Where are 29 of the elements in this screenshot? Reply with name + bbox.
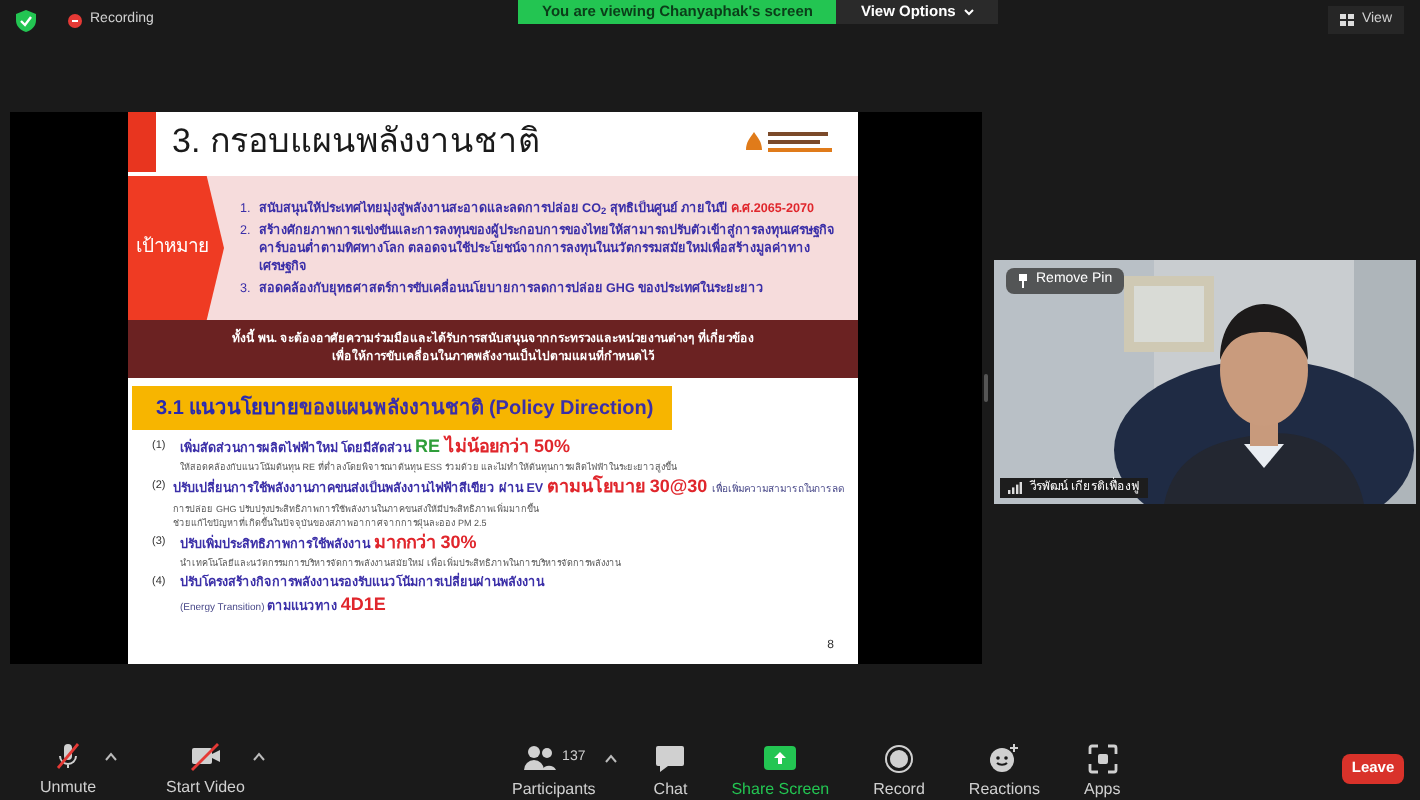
toolbar-button[interactable]: Record xyxy=(865,742,933,798)
smiley-icon xyxy=(988,742,1021,774)
record-icon xyxy=(884,743,915,773)
toolbar-button[interactable]: Unmute xyxy=(32,740,105,796)
slide-title: 3. กรอบแผนพลังงานชาติ xyxy=(172,120,540,165)
share-screen-icon xyxy=(764,744,797,772)
signal-icon xyxy=(1008,482,1022,494)
grid-icon xyxy=(1339,14,1354,26)
recording-icon xyxy=(68,13,82,27)
goal-label: เป้าหมาย xyxy=(136,233,210,262)
ministry-logo-icon xyxy=(746,128,834,156)
toolbar-button[interactable]: Share Screen xyxy=(723,742,838,798)
toolbar-button[interactable]: Chat xyxy=(645,742,696,798)
pin-icon xyxy=(1018,274,1028,288)
caret-icon[interactable] xyxy=(603,754,618,764)
chat-bubble-icon xyxy=(654,743,687,773)
caret-icon xyxy=(963,8,974,16)
muted-camera-icon xyxy=(187,740,224,772)
section-title: 3.1 แนวนโยบายของแผนพลังงานชาติ (Policy Direction) xyxy=(156,393,654,423)
toolbar-button[interactable]: Reactions xyxy=(960,742,1048,798)
people-icon xyxy=(522,744,559,772)
muted-microphone-icon xyxy=(52,740,84,772)
apps-icon xyxy=(1087,743,1118,773)
shield-check-icon[interactable] xyxy=(16,9,36,31)
caret-icon[interactable] xyxy=(104,752,119,762)
caret-icon[interactable] xyxy=(252,752,267,762)
title-accent-bar xyxy=(128,112,156,172)
toolbar-button[interactable]: Apps xyxy=(1076,742,1129,798)
toolbar-button[interactable]: Start Video xyxy=(158,740,253,796)
